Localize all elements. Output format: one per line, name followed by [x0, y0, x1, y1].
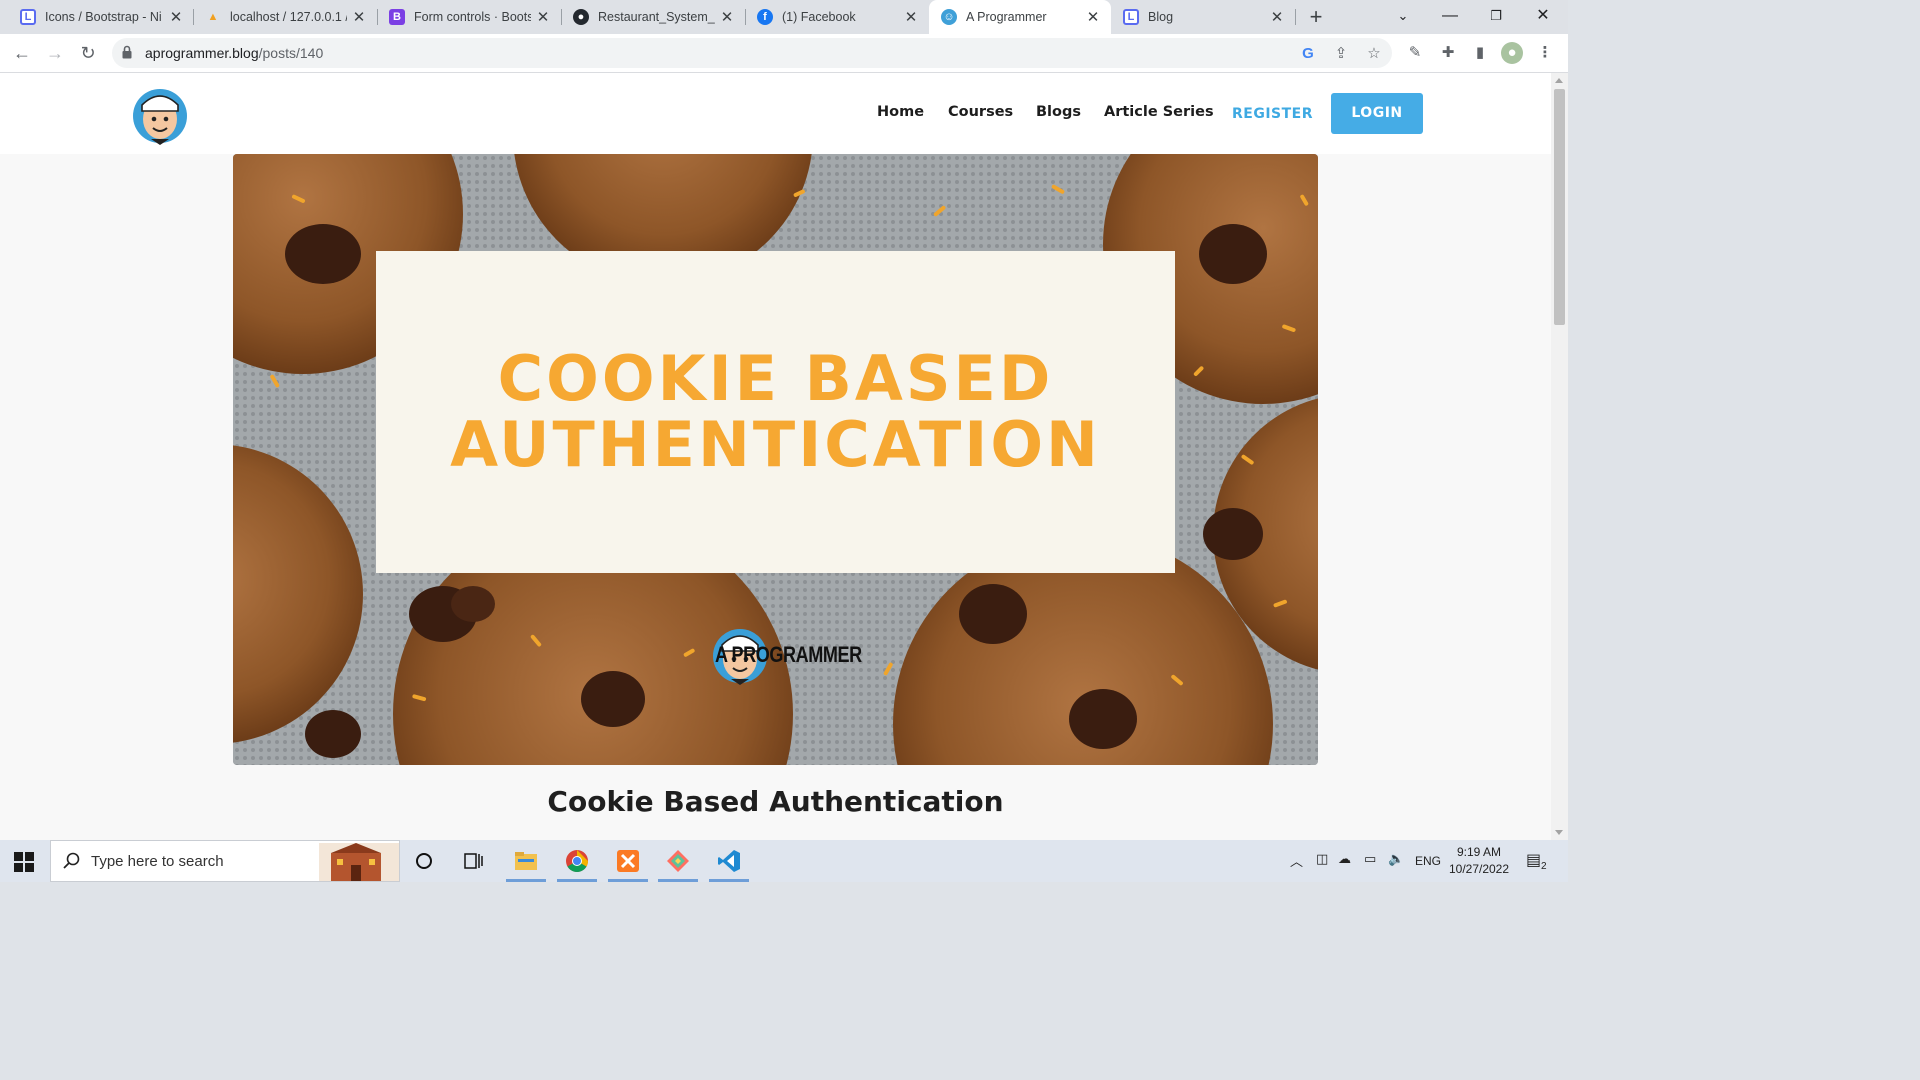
- reload-icon[interactable]: ↻: [75, 40, 101, 66]
- search-placeholder: Type here to search: [91, 853, 224, 870]
- battery-icon[interactable]: ▭: [1364, 851, 1376, 867]
- laravel-icon: L: [20, 9, 36, 25]
- restore-icon[interactable]: ❐: [1473, 0, 1519, 34]
- hero-brand-text: A PROGRAMMER: [715, 642, 862, 667]
- browser-toolbar: ← → ↻ aprogrammer.blog/posts/140 G ⇪ ☆ ✎…: [0, 34, 1568, 73]
- nav-courses[interactable]: Courses: [948, 104, 1013, 120]
- clock-date: 10/27/2022: [1448, 862, 1510, 876]
- lock-icon: [122, 45, 132, 59]
- xampp-icon[interactable]: [606, 840, 650, 882]
- register-link[interactable]: REGISTER: [1232, 106, 1313, 122]
- windows-taskbar: Type here to search ︿ ◫ ☁ ▭ 🔈 ENG 9:19 A…: [0, 840, 1568, 882]
- vscode-icon[interactable]: [707, 840, 751, 882]
- extensions-puzzle-icon[interactable]: ✚: [1437, 42, 1459, 64]
- back-icon[interactable]: ←: [9, 40, 35, 66]
- hero-title-line-2: AUTHENTICATION: [450, 408, 1101, 481]
- share-icon[interactable]: ⇪: [1331, 44, 1351, 64]
- task-view-icon[interactable]: [452, 840, 496, 882]
- close-icon[interactable]: ✕: [1269, 8, 1285, 26]
- tab-phpmyadmin[interactable]: ▲ localhost / 127.0.0.1 / ✕: [193, 0, 377, 34]
- notifications-icon[interactable]: ▤: [1526, 850, 1541, 870]
- close-icon[interactable]: ✕: [535, 8, 551, 26]
- onedrive-cloud-icon[interactable]: ☁: [1338, 851, 1351, 867]
- url-text[interactable]: aprogrammer.blog/posts/140: [145, 45, 323, 61]
- bootstrap-icon: B: [389, 9, 405, 25]
- tab-title: Icons / Bootstrap - Ni: [45, 10, 162, 24]
- github-icon: ●: [573, 9, 589, 25]
- facebook-icon: f: [757, 9, 773, 25]
- windows-start-icon[interactable]: [14, 852, 34, 872]
- hero-title-line-1: COOKIE BASED: [497, 342, 1054, 415]
- page-scrollbar[interactable]: [1551, 73, 1568, 840]
- site-header: Home Courses Blogs Article Series REGIST…: [0, 73, 1551, 154]
- tab-a-programmer[interactable]: ☺ A Programmer ✕: [929, 0, 1111, 34]
- tab-restaurant-system[interactable]: ● Restaurant_System_La ✕: [561, 0, 745, 34]
- chrome-icon[interactable]: [555, 840, 599, 882]
- close-icon[interactable]: ✕: [168, 8, 184, 26]
- site-logo[interactable]: [131, 85, 189, 145]
- laravel-icon: L: [1123, 9, 1139, 25]
- search-highlight-illustration: [319, 843, 399, 881]
- nav-article-series[interactable]: Article Series: [1104, 104, 1214, 120]
- address-bar[interactable]: aprogrammer.blog/posts/140 G ⇪ ☆: [112, 38, 1392, 68]
- tab-title: (1) Facebook: [782, 10, 856, 24]
- cortana-icon[interactable]: [402, 840, 446, 882]
- login-button[interactable]: LOGIN: [1331, 93, 1423, 134]
- volume-icon[interactable]: 🔈: [1388, 851, 1404, 867]
- extension-pen-icon[interactable]: ✎: [1404, 42, 1426, 64]
- hero-banner-image: COOKIE BASED AUTHENTICATION A PROGRAMMER: [233, 154, 1318, 765]
- search-icon: [63, 852, 80, 869]
- tab-search-chevron-icon[interactable]: ⌄: [1380, 0, 1426, 34]
- close-icon[interactable]: ✕: [903, 8, 919, 26]
- tab-blog[interactable]: L Blog ✕: [1111, 0, 1295, 34]
- file-explorer-icon[interactable]: [504, 840, 548, 882]
- side-panel-icon[interactable]: ▮: [1469, 42, 1491, 64]
- close-icon[interactable]: ✕: [1085, 8, 1101, 26]
- hero-title: COOKIE BASED AUTHENTICATION: [450, 346, 1101, 478]
- clock-time: 9:19 AM: [1456, 845, 1502, 859]
- notification-count-badge: 2: [1541, 861, 1547, 872]
- profile-avatar-icon[interactable]: ●: [1501, 42, 1523, 64]
- hero-brand-mark: A PROGRAMMER: [711, 624, 894, 686]
- tab-icons-bootstrap[interactable]: L Icons / Bootstrap - Ni ✕: [8, 0, 194, 34]
- new-tab-icon[interactable]: +: [1305, 4, 1327, 30]
- close-icon[interactable]: ✕: [719, 8, 735, 26]
- hero-title-card: COOKIE BASED AUTHENTICATION: [376, 251, 1175, 573]
- taskbar-search-box[interactable]: Type here to search: [50, 840, 400, 882]
- nav-home[interactable]: Home: [877, 104, 924, 120]
- meet-now-icon[interactable]: ◫: [1316, 851, 1328, 867]
- minimize-icon[interactable]: —: [1427, 0, 1473, 34]
- tray-overflow-chevron-icon[interactable]: ︿: [1290, 851, 1303, 870]
- menu-kebab-icon[interactable]: ⋮: [1534, 42, 1556, 64]
- bookmark-star-icon[interactable]: ☆: [1364, 44, 1384, 64]
- git-tool-icon[interactable]: [656, 840, 700, 882]
- web-page: Home Courses Blogs Article Series REGIST…: [0, 73, 1551, 840]
- tab-title: localhost / 127.0.0.1 /: [230, 10, 347, 24]
- forward-icon[interactable]: →: [42, 40, 68, 66]
- phpmyadmin-icon: ▲: [207, 11, 219, 23]
- close-icon[interactable]: ✕: [351, 8, 367, 26]
- taskbar-clock[interactable]: 9:19 AM 10/27/2022: [1446, 844, 1512, 878]
- tab-title: A Programmer: [966, 10, 1047, 24]
- window-close-icon[interactable]: ✕: [1520, 0, 1566, 34]
- nav-blogs[interactable]: Blogs: [1036, 104, 1081, 120]
- scroll-down-icon[interactable]: [1555, 830, 1563, 835]
- tab-title: Restaurant_System_La: [598, 10, 715, 24]
- tab-facebook[interactable]: f (1) Facebook ✕: [745, 0, 929, 34]
- browser-tab-bar: L Icons / Bootstrap - Ni ✕ ▲ localhost /…: [0, 0, 1568, 34]
- tab-form-controls[interactable]: B Form controls · Bootst ✕: [377, 0, 561, 34]
- post-title: Cookie Based Authentication: [547, 785, 1004, 818]
- google-translate-icon[interactable]: G: [1298, 44, 1318, 64]
- aprogrammer-icon: ☺: [941, 9, 957, 25]
- scroll-up-icon[interactable]: [1555, 78, 1563, 83]
- tab-title: Form controls · Bootst: [414, 10, 531, 24]
- tab-title: Blog: [1148, 10, 1174, 24]
- language-indicator[interactable]: ENG: [1415, 854, 1441, 868]
- scrollbar-thumb[interactable]: [1554, 89, 1565, 325]
